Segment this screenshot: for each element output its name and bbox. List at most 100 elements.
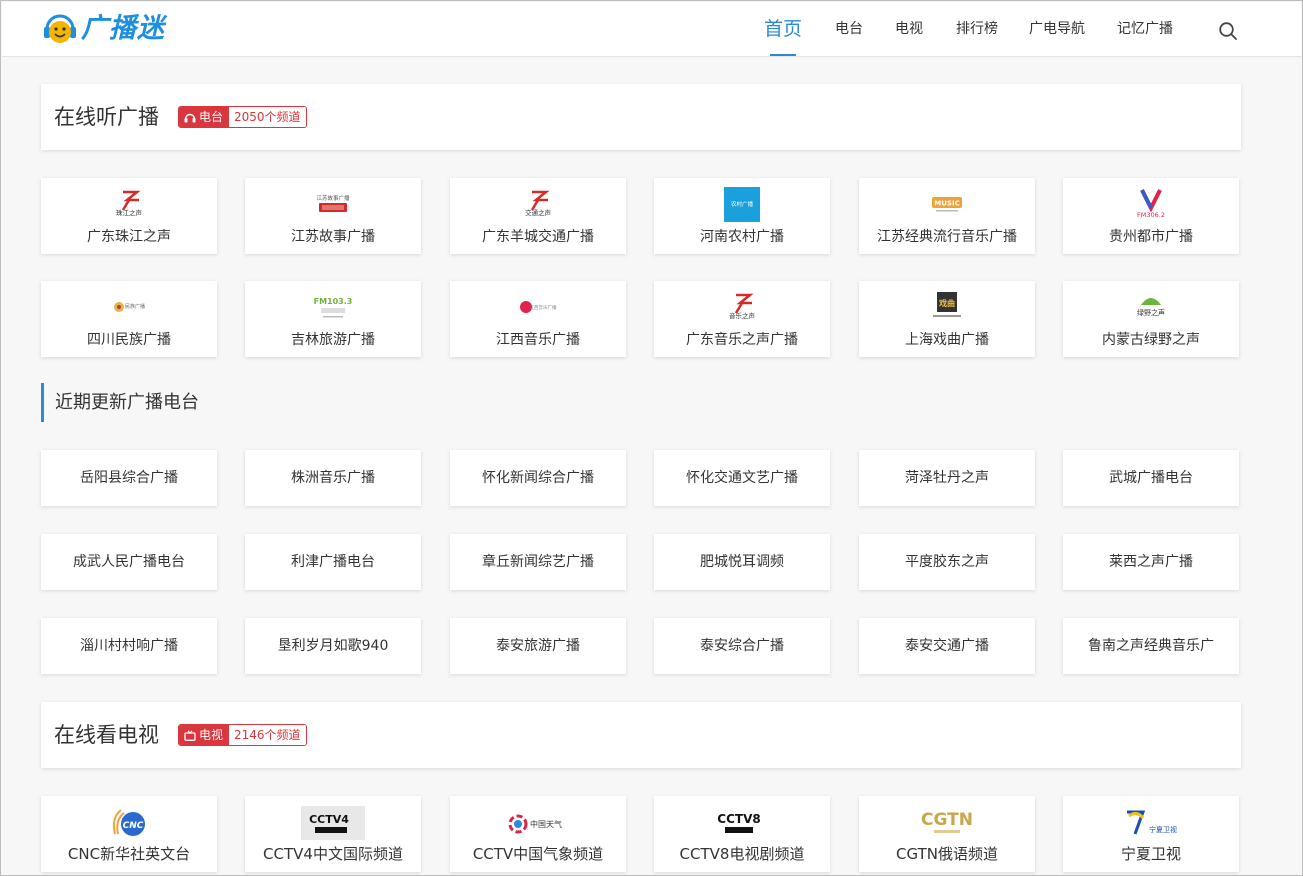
station-card[interactable]: 交通之声 广东羊城交通广播 <box>450 178 626 254</box>
station-card[interactable]: MUSIC 江苏经典流行音乐广播 <box>859 178 1035 254</box>
station-card[interactable]: 民族广播 四川民族广播 <box>41 281 217 357</box>
recent-station-name: 肥城悦耳调频 <box>700 554 784 570</box>
recent-station-card[interactable]: 菏泽牡丹之声 <box>859 450 1035 506</box>
nav-item-tv[interactable]: 电视 <box>895 2 923 57</box>
station-name: 江西音乐广播 <box>496 332 580 348</box>
recent-section-title: 近期更新广播电台 <box>41 383 199 422</box>
recent-station-card[interactable]: 泰安旅游广播 <box>450 618 626 674</box>
recent-station-card[interactable]: 泰安交通广播 <box>859 618 1035 674</box>
recent-station-name: 岳阳县综合广播 <box>80 470 178 486</box>
recent-station-card[interactable]: 怀化交通文艺广播 <box>654 450 830 506</box>
channel-name: CCTV8电视剧频道 <box>679 845 805 863</box>
station-card[interactable]: 音乐之声 广东音乐之声广播 <box>654 281 830 357</box>
radio-section-title: 在线听广播 <box>54 105 159 129</box>
recent-station-name: 利津广播电台 <box>291 554 375 570</box>
station-logo: 江苏故事广播 <box>316 194 350 212</box>
search-icon[interactable] <box>1218 21 1238 41</box>
svg-text:音乐之声: 音乐之声 <box>729 311 756 320</box>
radio-count-badge[interactable]: 电台 2050个频道 <box>178 106 307 128</box>
station-name: 四川民族广播 <box>87 332 171 348</box>
channel-card[interactable]: CGTN CGTN俄语频道 <box>859 796 1035 872</box>
svg-text:CGTN: CGTN <box>921 810 973 830</box>
svg-text:CNC: CNC <box>123 821 144 831</box>
svg-text:民族广播: 民族广播 <box>125 303 145 310</box>
page: 广播迷 首页 电台 电视 排行榜 广电导航 记忆广播 在线听广播 电台 2050… <box>0 0 1303 876</box>
station-logo: 珠江之声 <box>116 190 143 217</box>
tv-count-badge[interactable]: 电视 2146个频道 <box>178 724 307 746</box>
headphone-smiley-icon <box>44 14 76 43</box>
station-logo: FM103.3 <box>314 297 353 318</box>
recent-station-card[interactable]: 垦利岁月如歌940 <box>245 618 421 674</box>
svg-text:珠江之声: 珠江之声 <box>116 208 143 217</box>
station-logo: 农村广播 <box>724 187 760 222</box>
recent-station-name: 泰安交通广播 <box>905 638 989 654</box>
recent-station-card[interactable]: 莱西之声广播 <box>1063 534 1239 590</box>
channel-card[interactable]: 中国天气 CCTV中国气象频道 <box>450 796 626 872</box>
recent-station-card[interactable]: 章丘新闻综艺广播 <box>450 534 626 590</box>
channel-logo: CGTN <box>921 810 973 833</box>
station-card[interactable]: FM103.3 吉林旅游广播 <box>245 281 421 357</box>
tv-section-title: 在线看电视 <box>54 723 159 747</box>
channel-card[interactable]: CNC CNC新华社英文台 <box>41 796 217 872</box>
recent-station-card[interactable]: 泰安综合广播 <box>654 618 830 674</box>
recent-station-card[interactable]: 利津广播电台 <box>245 534 421 590</box>
recent-station-name: 菏泽牡丹之声 <box>905 470 989 486</box>
station-card[interactable]: FM306.2 贵州都市广播 <box>1063 178 1239 254</box>
recent-station-card[interactable]: 岳阳县综合广播 <box>41 450 217 506</box>
station-logo: 戏曲 <box>933 292 961 317</box>
nav-item-memory-radio[interactable]: 记忆广播 <box>1117 2 1173 57</box>
channel-card[interactable]: CCTV4 CCTV4中文国际频道 <box>245 796 421 872</box>
station-name: 贵州都市广播 <box>1109 229 1193 245</box>
station-card[interactable]: 农村广播 河南农村广播 <box>654 178 830 254</box>
recent-station-card[interactable]: 淄川村村响广播 <box>41 618 217 674</box>
nav-item-ranking[interactable]: 排行榜 <box>956 2 998 57</box>
channel-logo: CCTV4 <box>301 806 365 840</box>
channel-card[interactable]: CCTV8 CCTV8电视剧频道 <box>654 796 830 872</box>
svg-text:CCTV4: CCTV4 <box>309 813 349 826</box>
recent-station-name: 鲁南之声经典音乐广 <box>1088 638 1214 654</box>
station-name: 内蒙古绿野之声 <box>1102 332 1200 348</box>
station-name: 江苏经典流行音乐广播 <box>877 229 1017 245</box>
recent-station-card[interactable]: 平度胶东之声 <box>859 534 1035 590</box>
recent-station-card[interactable]: 鲁南之声经典音乐广 <box>1063 618 1239 674</box>
svg-text:MUSIC: MUSIC <box>934 200 959 208</box>
recent-station-card[interactable]: 成武人民广播电台 <box>41 534 217 590</box>
recent-station-card[interactable]: 武城广播电台 <box>1063 450 1239 506</box>
station-card[interactable]: 江苏故事广播 江苏故事广播 <box>245 178 421 254</box>
recent-station-card[interactable]: 怀化新闻综合广播 <box>450 450 626 506</box>
station-card[interactable]: 绿野之声 内蒙古绿野之声 <box>1063 281 1239 357</box>
svg-text:江西音乐广播: 江西音乐广播 <box>530 304 557 311</box>
nav-item-radio[interactable]: 电台 <box>835 2 863 57</box>
radio-badge-text: 电台 <box>199 110 224 124</box>
recent-station-card[interactable]: 株洲音乐广播 <box>245 450 421 506</box>
nav-item-home[interactable]: 首页 <box>764 2 802 57</box>
site-header: 广播迷 首页 电台 电视 排行榜 广电导航 记忆广播 <box>2 2 1301 57</box>
recent-station-card[interactable]: 肥城悦耳调频 <box>654 534 830 590</box>
svg-text:绿野之声: 绿野之声 <box>1137 308 1165 317</box>
station-card[interactable]: 江西音乐广播 江西音乐广播 <box>450 281 626 357</box>
svg-text:中国天气: 中国天气 <box>530 819 562 829</box>
station-logo: MUSIC <box>932 197 962 212</box>
tv-icon <box>184 729 196 741</box>
site-logo[interactable]: 广播迷 <box>42 11 165 47</box>
nav-item-broadcast-nav[interactable]: 广电导航 <box>1029 2 1085 57</box>
radio-badge-label: 电台 <box>179 107 230 127</box>
channel-logo: 宁夏卫视 <box>1127 810 1177 835</box>
recent-station-name: 章丘新闻综艺广播 <box>482 554 594 570</box>
tv-badge-label: 电视 <box>179 725 230 745</box>
channel-name: CCTV中国气象频道 <box>472 845 604 863</box>
radio-badge-count: 2050个频道 <box>229 107 306 127</box>
channel-name: CNC新华社英文台 <box>67 845 191 863</box>
channel-logo: CNC <box>112 809 145 836</box>
svg-text:FM103.3: FM103.3 <box>314 297 353 306</box>
recent-station-name: 垦利岁月如歌940 <box>277 638 389 654</box>
svg-text:宁夏卫视: 宁夏卫视 <box>1149 825 1177 834</box>
station-card[interactable]: 珠江之声 广东珠江之声 <box>41 178 217 254</box>
recent-station-name: 怀化新闻综合广播 <box>482 470 594 486</box>
channel-card[interactable]: 宁夏卫视 宁夏卫视 <box>1063 796 1239 872</box>
recent-station-name: 淄川村村响广播 <box>80 638 178 654</box>
station-name: 广东珠江之声 <box>87 229 171 245</box>
svg-text:农村广播: 农村广播 <box>731 200 754 208</box>
channel-name: CGTN俄语频道 <box>896 845 998 863</box>
station-card[interactable]: 戏曲 上海戏曲广播 <box>859 281 1035 357</box>
